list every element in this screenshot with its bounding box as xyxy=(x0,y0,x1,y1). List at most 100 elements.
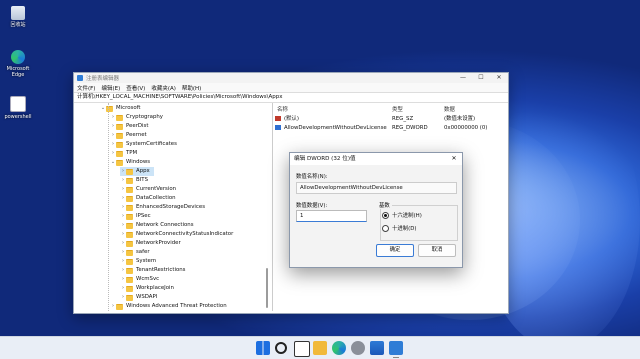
address-bar[interactable]: 计算机\HKEY_LOCAL_MACHINE\SOFTWARE\Policies… xyxy=(74,92,508,103)
tree-item[interactable]: ⌄ Microsoft xyxy=(100,104,141,113)
tree-item[interactable]: › DataCollection xyxy=(120,194,176,203)
folder-icon xyxy=(126,285,133,292)
desktop-icon-recycle-bin[interactable]: 回收站 xyxy=(3,6,33,28)
tree-item[interactable]: › WorkplaceJoin xyxy=(120,284,174,293)
tree-item-label: DataCollection xyxy=(136,195,176,201)
tree-item[interactable]: › Appx xyxy=(120,167,154,176)
value-name: (默认) xyxy=(284,116,299,122)
base-label: 基数 xyxy=(377,201,392,209)
minimize-button[interactable]: — xyxy=(454,73,472,83)
file-explorer-icon[interactable] xyxy=(313,341,327,355)
menu-help[interactable]: 帮助(H) xyxy=(182,84,201,92)
folder-icon xyxy=(116,303,123,310)
recycle-bin-icon xyxy=(11,6,25,20)
settings-icon[interactable] xyxy=(351,341,365,355)
regedit-icon[interactable] xyxy=(389,341,403,355)
close-button[interactable]: ✕ xyxy=(490,73,508,83)
window-titlebar[interactable]: 注册表编辑器 — ☐ ✕ xyxy=(74,73,508,83)
hex-radio[interactable]: 十六进制(H) xyxy=(382,211,422,219)
folder-icon xyxy=(126,204,133,211)
window-title: 注册表编辑器 xyxy=(86,76,120,82)
tree-item[interactable]: › BITS xyxy=(120,176,148,185)
tree-item[interactable]: › NetworkConnectivityStatusIndicator xyxy=(120,230,233,239)
folder-icon xyxy=(116,114,123,121)
tree-item[interactable]: › safer xyxy=(120,248,150,257)
tree-item-label: TenantRestrictions xyxy=(136,267,186,273)
task-view-icon[interactable] xyxy=(294,341,310,357)
store-icon[interactable] xyxy=(370,341,384,355)
folder-icon xyxy=(116,123,123,130)
tree-scrollbar[interactable] xyxy=(264,103,270,311)
tree-item[interactable]: › SystemCertificates xyxy=(110,140,177,149)
tree-item[interactable]: › TenantRestrictions xyxy=(120,266,186,275)
menu-edit[interactable]: 编辑(E) xyxy=(101,84,120,92)
folder-icon xyxy=(126,267,133,274)
tree-item[interactable]: › EnhancedStorageDevices xyxy=(120,203,205,212)
column-header-type[interactable]: 类型 xyxy=(392,105,403,113)
menu-bar: 文件(F) 编辑(E) 查看(V) 收藏夹(A) 帮助(H) xyxy=(74,83,508,92)
tree-item-label: EnhancedStorageDevices xyxy=(136,204,205,210)
desktop-icon-edge[interactable]: Microsoft Edge xyxy=(3,50,33,78)
tree-item[interactable]: › Cryptography xyxy=(110,113,163,122)
desktop-icon-label: 回收站 xyxy=(10,22,26,28)
menu-file[interactable]: 文件(F) xyxy=(77,84,95,92)
search-icon[interactable] xyxy=(275,342,287,354)
tree-item[interactable]: › System xyxy=(120,257,156,266)
tree-item-label: NetworkConnectivityStatusIndicator xyxy=(136,231,234,237)
desktop-icon-label: powershell xyxy=(4,114,32,120)
cancel-button[interactable]: 取消 xyxy=(418,244,456,257)
tree-item-label: WorkplaceJoin xyxy=(136,285,174,291)
tree-item[interactable]: › CurrentVersion xyxy=(120,185,176,194)
tree-item[interactable]: › IPSec xyxy=(120,212,151,221)
tree-item-label: System xyxy=(136,258,157,264)
hex-radio-label: 十六进制(H) xyxy=(392,213,422,219)
tree-item[interactable]: › WSDAPI xyxy=(120,293,157,302)
tree-item[interactable]: › Network Connections xyxy=(120,221,194,230)
value-row[interactable]: AllowDevelopmentWithoutDevLicense xyxy=(275,124,387,133)
value-data-label: 数值数据(V): xyxy=(296,203,328,209)
folder-icon xyxy=(116,132,123,139)
tree-item-label: WcmSvc xyxy=(136,276,160,282)
tree-item-label: Microsoft xyxy=(116,105,141,111)
menu-favorites[interactable]: 收藏夹(A) xyxy=(151,84,176,92)
tree-item[interactable]: › NetworkProvider xyxy=(120,239,181,248)
tree-item[interactable]: › TPM xyxy=(110,149,137,158)
tree-item-label: safer xyxy=(136,249,150,255)
registry-tree: ⌄ Microsoft › Cryptography › PeerDist › Peernet… xyxy=(74,103,273,311)
column-header-data[interactable]: 数据 xyxy=(444,105,455,113)
tree-item[interactable]: › PeerDist xyxy=(110,122,148,131)
tree-item-label: Network Connections xyxy=(136,222,194,228)
value-type: REG_SZ xyxy=(392,116,414,122)
tree-item[interactable]: › Windows Advanced Threat Protection xyxy=(110,302,227,311)
value-data-input[interactable]: 1 xyxy=(296,210,367,222)
folder-icon xyxy=(116,159,123,166)
maximize-button[interactable]: ☐ xyxy=(472,73,490,83)
windows-start-icon[interactable] xyxy=(256,341,270,355)
value-name-label: 数值名称(N): xyxy=(296,174,328,180)
value-row[interactable]: (默认) xyxy=(275,115,299,124)
tree-item-label: CurrentVersion xyxy=(136,186,177,192)
dialog-close-button[interactable]: ✕ xyxy=(449,153,459,165)
folder-icon xyxy=(126,240,133,247)
value-name-field: AllowDevelopmentWithoutDevLicense xyxy=(296,182,457,194)
edge-icon xyxy=(11,50,25,64)
desktop-icon-label: Microsoft Edge xyxy=(6,66,30,78)
edge-icon[interactable] xyxy=(332,341,346,355)
tree-item-label: Cryptography xyxy=(126,114,163,120)
menu-view[interactable]: 查看(V) xyxy=(126,84,145,92)
desktop-icon-powershell[interactable]: powershell xyxy=(3,96,33,120)
tree-item[interactable]: ⌄ Windows xyxy=(110,158,150,167)
tree-item[interactable]: › WcmSvc xyxy=(120,275,159,284)
folder-icon xyxy=(126,276,133,283)
folder-icon xyxy=(126,294,133,301)
tree-item-label: PeerDist xyxy=(126,123,149,129)
decimal-radio[interactable]: 十进制(D) xyxy=(382,224,417,232)
tree-item[interactable]: › Peernet xyxy=(110,131,147,140)
folder-icon xyxy=(126,186,133,193)
ok-button[interactable]: 确定 xyxy=(376,244,414,257)
scrollbar-thumb[interactable] xyxy=(266,268,268,308)
column-header-name[interactable]: 名称 xyxy=(277,105,288,113)
tree-item-label: Peernet xyxy=(126,132,147,138)
folder-icon xyxy=(126,195,133,202)
value-name: AllowDevelopmentWithoutDevLicense xyxy=(284,125,387,131)
